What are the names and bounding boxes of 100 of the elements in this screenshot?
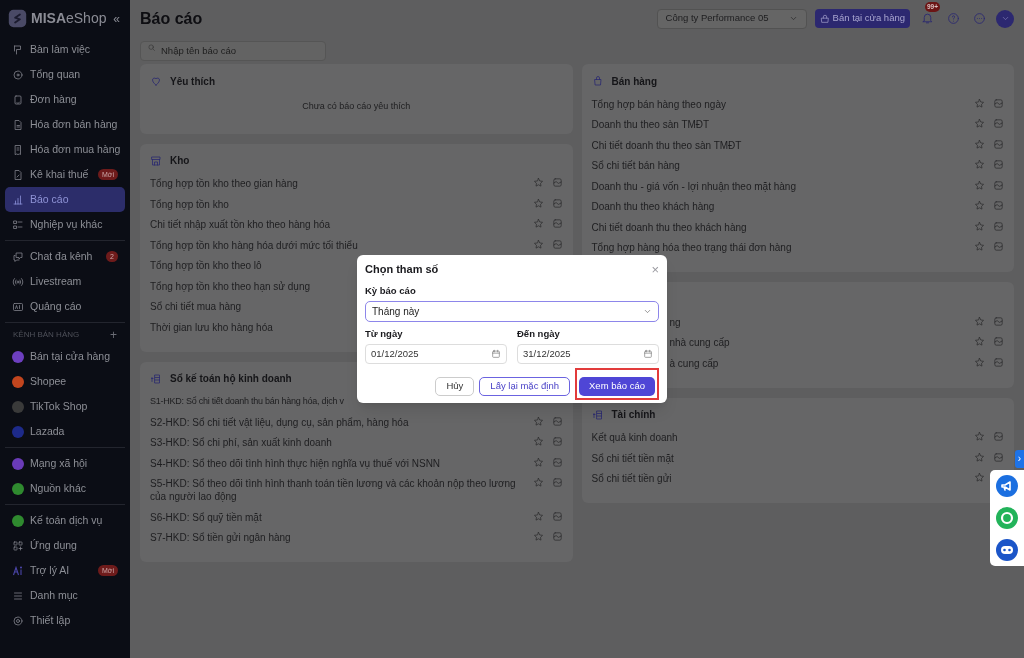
search-field[interactable]: Nhập tên báo cáo (140, 40, 326, 61)
card-title: Tài chính (611, 408, 656, 422)
star-icon (974, 241, 985, 253)
report-link[interactable]: Tổng hợp bán hàng theo ngày (591, 97, 966, 111)
sidebar-item[interactable]: Tổng quan (5, 62, 125, 87)
card-title: Bán hàng (611, 74, 658, 89)
close-button[interactable]: × (651, 262, 659, 276)
megaphone-icon (995, 474, 1019, 498)
document-icon (12, 118, 24, 131)
card-title: Kho (170, 154, 190, 168)
sidebar-item[interactable]: TikTok Shop (5, 394, 125, 419)
report-link[interactable]: Chi tiết doanh thu theo sàn TMĐT (591, 138, 966, 152)
collapse-button[interactable]: « (111, 9, 122, 28)
star-icon (974, 472, 985, 484)
add-button[interactable]: + (110, 329, 117, 341)
chart-icon (551, 456, 563, 468)
chat-bubble-icon (995, 506, 1019, 530)
sidebar-item[interactable]: Nghiệp vụ khác (5, 212, 125, 237)
star-icon (532, 177, 544, 189)
logo-icon (8, 9, 27, 28)
report-link[interactable]: Sổ chi tiết bán hàng (591, 159, 966, 173)
chart-icon (993, 431, 1004, 443)
report-link[interactable]: S2-HKD: Sổ chi tiết vật liệu, dụng cụ, sản phẩm, hàng hóa (150, 415, 525, 429)
dialog-button[interactable]: Xem báo cáo (579, 376, 655, 396)
chart-icon (993, 356, 1004, 368)
report-link[interactable]: S5-HKD: Sổ theo dõi tình hình thanh toán tiền lương và các khoản nộp theo lương của người lao động (150, 477, 525, 504)
star-icon (532, 477, 544, 489)
warehouse-icon (150, 154, 162, 167)
star-icon (974, 179, 985, 191)
sidebar-item[interactable]: Quảng cáo (5, 294, 125, 319)
star-icon (532, 436, 544, 448)
sidebar-item[interactable]: Mạng xã hội (5, 451, 125, 476)
sidebar-item[interactable]: Livestream (5, 269, 125, 294)
list-icon (12, 218, 24, 231)
dialog-button[interactable]: Hủy (435, 376, 475, 396)
sidebar-item[interactable]: Lazada (5, 419, 125, 444)
star-icon (974, 431, 985, 443)
report-link[interactable]: Tổng hợp tồn kho hàng hóa dưới mức tối thiểu (150, 238, 525, 252)
report-link[interactable]: Doanh thu - giá vốn - lợi nhuận theo mặt hàng (591, 179, 966, 193)
report-link[interactable]: S3-HKD: Sổ chi phí, sản xuất kinh doanh (150, 436, 525, 450)
star-icon (532, 415, 544, 427)
period-select[interactable]: Tháng này (365, 300, 659, 322)
company-select[interactable]: Công ty Performance 05 (656, 8, 807, 29)
report-link[interactable]: Tổng hợp tồn kho (150, 197, 525, 211)
chart-icon (993, 97, 1004, 109)
report-link[interactable]: Kết quả kinh doanh (591, 431, 966, 445)
store-button[interactable]: Bán tại cửa hàng (814, 9, 910, 28)
report-link[interactable]: S6-HKD: Sổ quỹ tiền mặt (150, 510, 525, 524)
expand-tab[interactable]: › (1015, 450, 1024, 468)
ai-icon (12, 564, 24, 577)
chart-icon (993, 336, 1004, 348)
sidebar-item[interactable]: Hóa đơn mua hàng (5, 137, 125, 162)
sidebar-item[interactable]: Ứng dụng (5, 533, 125, 558)
chart-icon (551, 477, 563, 489)
report-link[interactable]: Chi tiết nhập xuất tồn kho theo hàng hóa (150, 218, 525, 232)
report-link[interactable]: Chi tiết doanh thu theo khách hàng (591, 220, 966, 234)
star-icon (974, 336, 985, 348)
report-link[interactable]: S4-HKD: Sổ theo dõi tình hình thực hiện nghĩa vụ thuế với NSNN (150, 456, 525, 470)
sidebar-item[interactable]: Nguồn khác (5, 476, 125, 501)
sidebar-item[interactable]: Đơn hàng (5, 87, 125, 112)
chart-icon (551, 238, 563, 250)
chart-icon (993, 118, 1004, 130)
ad-icon (12, 300, 24, 313)
sidebar-item[interactable]: Thiết lập (5, 608, 125, 633)
star-icon (974, 118, 985, 130)
date-field[interactable]: 01/12/2025 (365, 344, 507, 364)
chart-icon (993, 200, 1004, 212)
sidebar-item[interactable]: Hóa đơn bán hàng (5, 112, 125, 137)
clipboard-icon (12, 93, 24, 106)
help-icon (946, 12, 960, 25)
receipt-icon (12, 143, 24, 156)
report-link[interactable]: Doanh thu theo sàn TMĐT (591, 118, 966, 132)
chart-icon (993, 179, 1004, 191)
dialog-title: Chọn tham số (365, 262, 439, 278)
sidebar-item[interactable]: Bàn làm việc (5, 37, 125, 62)
report-link[interactable]: Doanh thu theo khách hàng (591, 200, 966, 214)
report-link[interactable]: Tổng hợp hàng hóa theo trạng thái đơn hàng (591, 241, 966, 255)
date-field[interactable]: 31/12/2025 (517, 344, 659, 364)
star-icon (974, 451, 985, 463)
report-link[interactable]: Sổ chi tiết tiền gửi (591, 472, 966, 486)
sidebar-item[interactable]: Danh mục (5, 583, 125, 608)
chart-icon (993, 315, 1004, 327)
report-link[interactable]: S7-HKD: Sổ tiền gửi ngân hàng (150, 531, 525, 545)
avatar-button[interactable] (996, 9, 1014, 28)
chart-icon (993, 138, 1004, 150)
report-link[interactable]: Sổ chi tiết tiền mặt (591, 451, 966, 465)
broadcast-icon (12, 275, 24, 288)
card-title: Yêu thích (170, 74, 215, 89)
sidebar-item[interactable]: Báo cáo (5, 187, 125, 212)
field-label: Từ ngày (365, 326, 404, 341)
sidebar-item[interactable]: Kế toán dịch vụ (5, 508, 125, 533)
field-label: Kỳ báo cáo (365, 283, 417, 298)
dialog-button[interactable]: Lấy lại mặc định (479, 376, 570, 396)
chart-icon (993, 220, 1004, 232)
sidebar-item[interactable]: Bán tại cửa hàng (5, 344, 125, 369)
report-link[interactable]: Tổng hợp tồn kho theo gian hàng (150, 177, 525, 191)
chart-icon (993, 451, 1004, 463)
chevron-down-icon (788, 14, 798, 23)
gauge-icon (12, 68, 24, 81)
sidebar-item[interactable]: Shopee (5, 369, 125, 394)
